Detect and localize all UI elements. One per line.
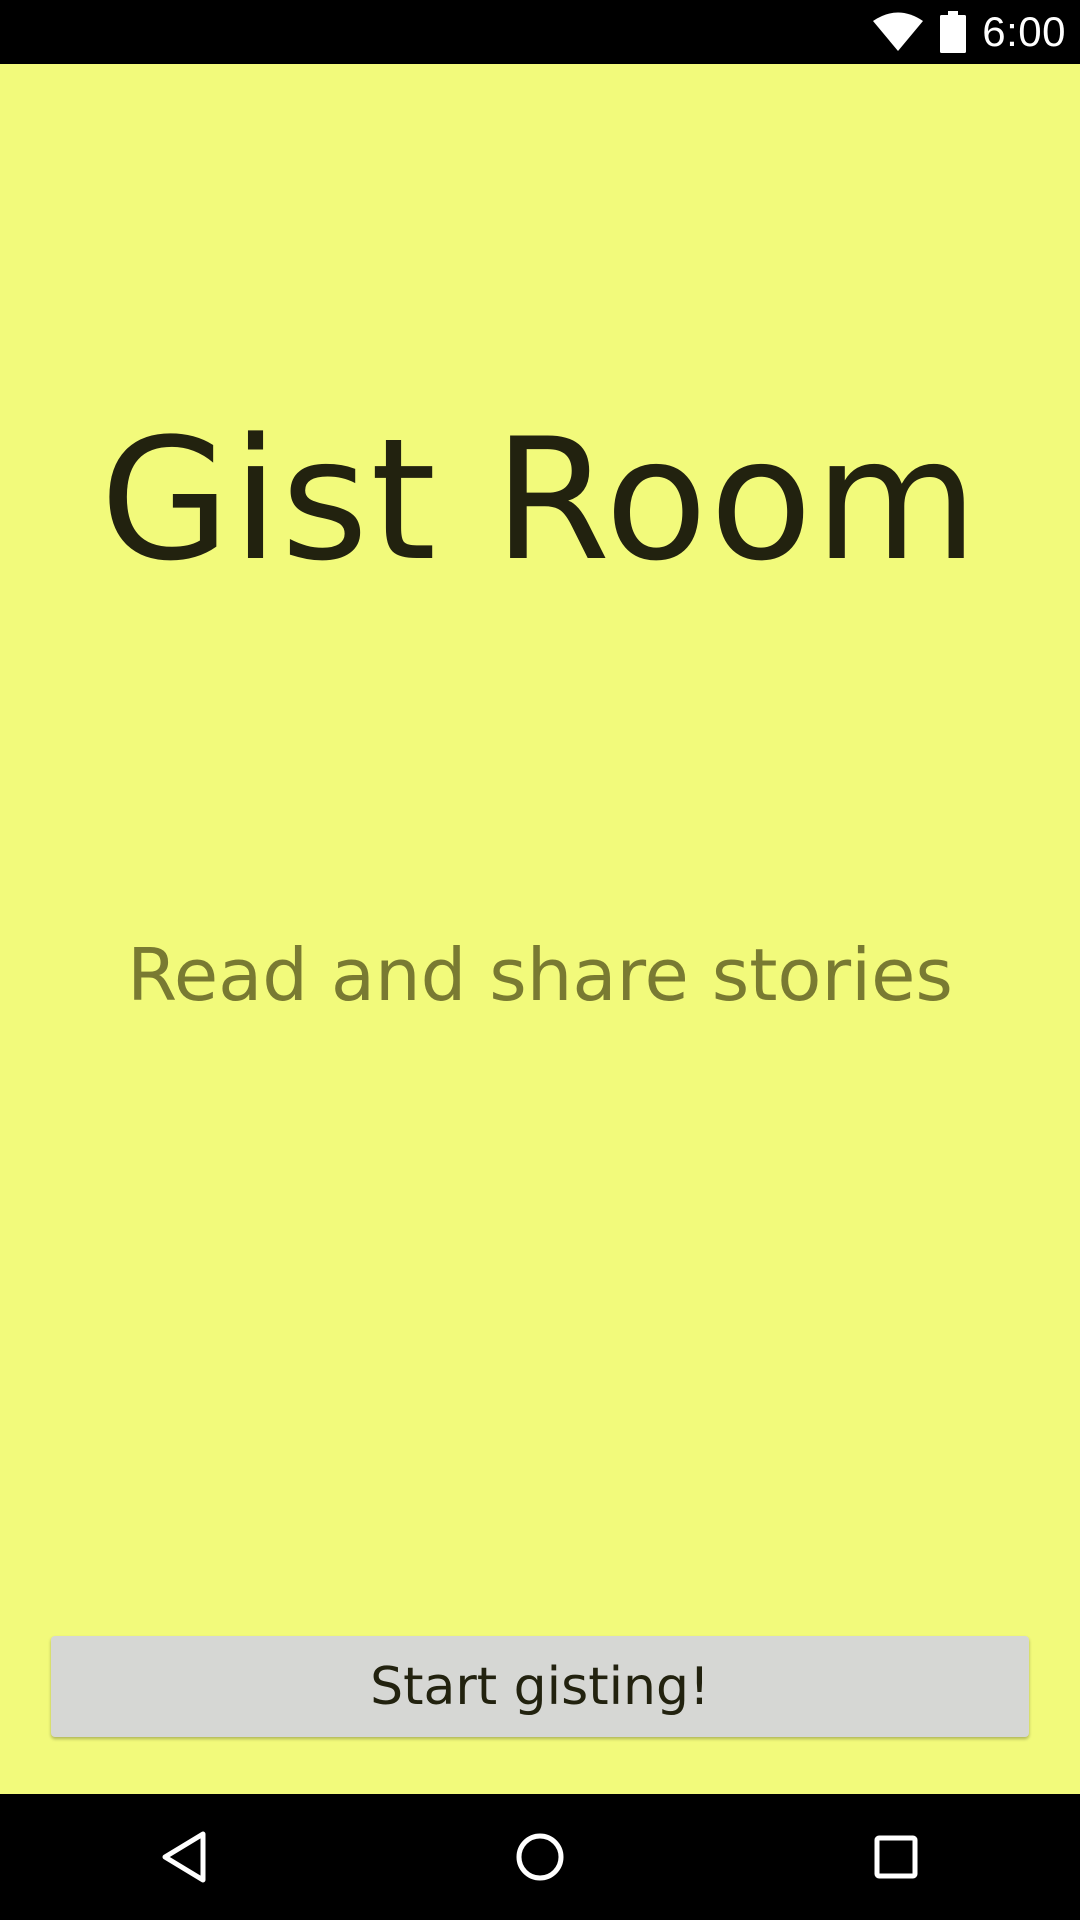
recents-button[interactable] bbox=[826, 1794, 966, 1920]
home-icon bbox=[516, 1833, 564, 1881]
recents-icon bbox=[874, 1835, 918, 1879]
start-gisting-button[interactable]: Start gisting! bbox=[51, 1636, 1029, 1737]
back-icon bbox=[162, 1831, 206, 1883]
navigation-bar bbox=[0, 1794, 1080, 1920]
app-screen: 6:00 Gist Room Read and share stories St… bbox=[0, 0, 1080, 1920]
battery-icon bbox=[940, 11, 967, 53]
home-button[interactable] bbox=[470, 1794, 610, 1920]
status-bar: 6:00 bbox=[0, 0, 1080, 64]
wifi-icon bbox=[873, 12, 924, 51]
status-icons: 6:00 bbox=[872, 0, 1066, 64]
status-time: 6:00 bbox=[982, 8, 1066, 55]
app-title: Gist Room bbox=[99, 402, 981, 598]
back-button[interactable] bbox=[114, 1794, 254, 1920]
app-subtitle: Read and share stories bbox=[127, 933, 953, 1017]
